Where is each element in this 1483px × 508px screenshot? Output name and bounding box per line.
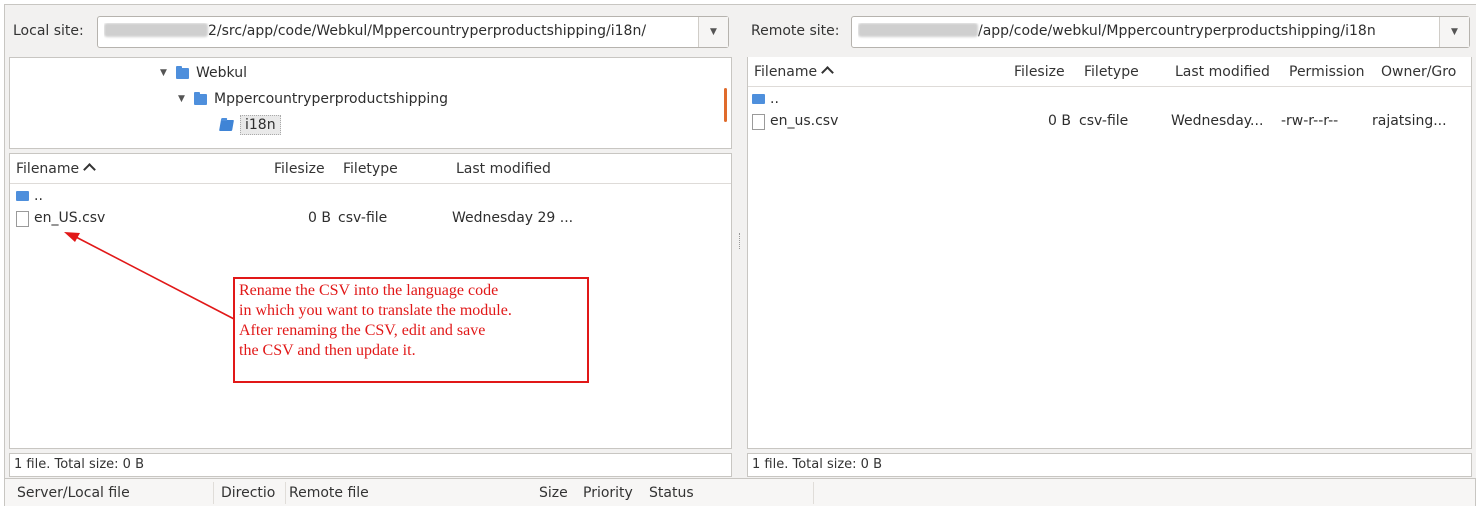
file-permission: -rw-r--r-- bbox=[1281, 113, 1339, 129]
tree-item-webkul[interactable]: ▼ Webkul bbox=[160, 62, 247, 84]
local-status-bar: 1 file. Total size: 0 B bbox=[9, 453, 732, 477]
remote-status-bar: 1 file. Total size: 0 B bbox=[747, 453, 1472, 477]
expanded-triangle-icon[interactable]: ▼ bbox=[160, 68, 176, 78]
column-filesize[interactable]: Filesize bbox=[274, 161, 325, 177]
file-name: en_us.csv bbox=[770, 113, 839, 129]
list-item-file[interactable]: en_US.csv 0 B csv-file Wednesday 29 ... bbox=[10, 208, 731, 230]
queue-column-priority[interactable]: Priority bbox=[583, 485, 633, 501]
folder-icon bbox=[176, 65, 189, 79]
tree-item-label: Mppercountryperproductshipping bbox=[214, 91, 449, 107]
queue-column-status[interactable]: Status bbox=[649, 485, 694, 501]
sort-ascending-icon bbox=[83, 163, 97, 176]
column-separator bbox=[213, 482, 214, 504]
file-icon bbox=[16, 211, 29, 227]
column-owner[interactable]: Owner/Gro bbox=[1381, 64, 1456, 80]
local-site-label: Local site: bbox=[13, 23, 84, 39]
expanded-triangle-icon[interactable]: ▼ bbox=[178, 94, 194, 104]
list-item-parent[interactable]: .. bbox=[748, 91, 1471, 113]
annotation-line: After renaming the CSV, edit and save bbox=[239, 322, 486, 339]
local-site-bar: Local site: 2/src/app/code/Webkul/Mpperc… bbox=[5, 5, 736, 57]
pane-splitter[interactable] bbox=[736, 5, 743, 478]
file-modified: Wednesday 29 ... bbox=[452, 210, 574, 226]
file-size: 0 B bbox=[1048, 113, 1071, 129]
queue-column-size[interactable]: Size bbox=[539, 485, 568, 501]
list-item-parent[interactable]: .. bbox=[10, 188, 731, 210]
column-last-modified[interactable]: Last modified bbox=[1175, 64, 1270, 80]
folder-icon bbox=[194, 91, 207, 105]
folder-icon bbox=[16, 191, 29, 201]
queue-column-direction[interactable]: Directio bbox=[221, 485, 275, 501]
remote-site-dropdown-button[interactable]: ▼ bbox=[1439, 17, 1469, 47]
remote-list-header: Filename Filesize Filetype Last modified… bbox=[748, 57, 1471, 87]
queue-column-remote[interactable]: Remote file bbox=[289, 485, 369, 501]
tree-item-i18n[interactable]: i18n bbox=[219, 114, 281, 136]
list-item-file[interactable]: en_us.csv 0 B csv-file Wednesday... -rw-… bbox=[748, 111, 1471, 133]
column-last-modified[interactable]: Last modified bbox=[456, 161, 551, 177]
remote-site-input[interactable]: /app/code/webkul/Mppercountryperproducts… bbox=[858, 23, 1435, 42]
chevron-down-icon: ▼ bbox=[1451, 27, 1458, 37]
file-modified: Wednesday... bbox=[1171, 113, 1264, 129]
remote-site-path: /app/code/webkul/Mppercountryperproducts… bbox=[978, 23, 1376, 39]
local-list-header: Filename Filesize Filetype Last modified bbox=[10, 154, 731, 184]
column-filesize[interactable]: Filesize bbox=[1014, 64, 1065, 80]
remote-pane: Remote site: /app/code/webkul/Mppercount… bbox=[743, 5, 1476, 478]
annotation-line: in which you want to translate the modul… bbox=[239, 302, 512, 319]
tree-item-label: Webkul bbox=[196, 65, 247, 81]
column-separator bbox=[813, 482, 814, 504]
local-site-dropdown-button[interactable]: ▼ bbox=[698, 17, 728, 47]
transfer-queue-header: Server/Local file Directio Remote file S… bbox=[5, 478, 1475, 506]
sort-ascending-icon bbox=[821, 66, 835, 79]
open-folder-icon bbox=[219, 119, 234, 131]
tree-item-module[interactable]: ▼ Mppercountryperproductshipping bbox=[178, 88, 448, 110]
column-permission[interactable]: Permission bbox=[1289, 64, 1365, 80]
column-filetype[interactable]: Filetype bbox=[343, 161, 398, 177]
file-name: en_US.csv bbox=[34, 210, 106, 226]
file-type: csv-file bbox=[1079, 113, 1129, 129]
remote-site-bar: Remote site: /app/code/webkul/Mppercount… bbox=[743, 5, 1476, 57]
chevron-down-icon: ▼ bbox=[710, 27, 717, 37]
file-name: .. bbox=[770, 91, 779, 107]
file-owner: rajatsing... bbox=[1372, 113, 1447, 129]
folder-icon bbox=[752, 94, 765, 104]
local-pane: Local site: 2/src/app/code/Webkul/Mpperc… bbox=[5, 5, 736, 478]
remote-site-combo[interactable]: /app/code/webkul/Mppercountryperproducts… bbox=[851, 16, 1470, 48]
remote-site-label: Remote site: bbox=[751, 23, 840, 39]
tree-scrollbar[interactable] bbox=[724, 88, 727, 122]
column-filename[interactable]: Filename bbox=[754, 64, 835, 80]
remote-file-list[interactable]: Filename Filesize Filetype Last modified… bbox=[747, 57, 1472, 449]
annotation-line: the CSV and then update it. bbox=[239, 342, 416, 359]
annotation-box: Rename the CSV into the language code in… bbox=[233, 277, 589, 383]
file-icon bbox=[752, 114, 765, 130]
column-filetype[interactable]: Filetype bbox=[1084, 64, 1139, 80]
local-site-path: 2/src/app/code/Webkul/Mppercountryperpro… bbox=[208, 23, 647, 39]
local-site-combo[interactable]: 2/src/app/code/Webkul/Mppercountryperpro… bbox=[97, 16, 729, 48]
file-size: 0 B bbox=[308, 210, 331, 226]
column-filename[interactable]: Filename bbox=[16, 161, 97, 177]
filezilla-window: Local site: 2/src/app/code/Webkul/Mpperc… bbox=[4, 4, 1476, 506]
local-site-input[interactable]: 2/src/app/code/Webkul/Mppercountryperpro… bbox=[104, 23, 694, 42]
annotation-line: Rename the CSV into the language code bbox=[239, 282, 499, 299]
file-name: .. bbox=[34, 188, 43, 204]
local-directory-tree[interactable]: ▼ Webkul ▼ Mppercountryperproductshippin… bbox=[9, 57, 732, 149]
queue-column-server[interactable]: Server/Local file bbox=[17, 485, 130, 501]
tree-item-label-selected: i18n bbox=[240, 115, 281, 135]
column-separator bbox=[285, 482, 286, 504]
file-type: csv-file bbox=[338, 210, 388, 226]
